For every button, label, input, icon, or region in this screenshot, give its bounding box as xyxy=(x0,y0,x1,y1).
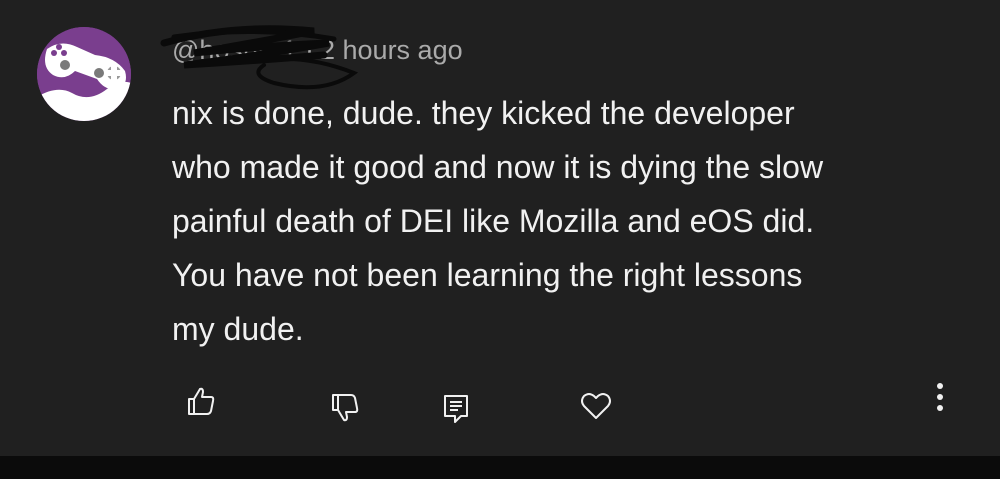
comment-line: You have not been learning the right les… xyxy=(172,257,803,293)
comment-line: nix is done, dude. they kicked the devel… xyxy=(172,95,795,131)
more-options-button[interactable] xyxy=(920,377,960,417)
reply-button[interactable] xyxy=(436,388,476,428)
handle-prefix: @ xyxy=(172,34,200,65)
gamepad-avatar-icon xyxy=(37,27,131,121)
more-vert-icon xyxy=(937,383,943,411)
thumbs-up-icon xyxy=(188,387,215,415)
like-button[interactable] xyxy=(181,381,221,421)
comment-line: painful death of DEI like Mozilla and eO… xyxy=(172,203,815,239)
avatar[interactable] xyxy=(37,27,131,121)
comment-line: who made it good and now it is dying the… xyxy=(172,149,824,185)
heart-icon xyxy=(581,393,611,419)
comment-meta: @hosnur1 · 2 hours ago xyxy=(160,24,463,89)
heart-button[interactable] xyxy=(576,386,616,426)
bottom-bar xyxy=(0,456,1000,479)
thumbs-down-icon xyxy=(332,394,359,422)
meta-separator: · xyxy=(305,34,314,65)
handle-text: hosnur1 xyxy=(199,34,297,65)
comment-timestamp[interactable]: 2 hours ago xyxy=(320,35,463,66)
dislike-button[interactable] xyxy=(325,388,365,428)
comment-card: @hosnur1 · 2 hours ago nix is done, dude… xyxy=(0,0,1000,456)
comment-text: nix is done, dude. they kicked the devel… xyxy=(172,86,972,356)
comment-author-handle[interactable]: @hosnur1 xyxy=(160,24,359,89)
comment-line: my dude. xyxy=(172,311,304,347)
reply-comment-icon xyxy=(444,395,468,423)
